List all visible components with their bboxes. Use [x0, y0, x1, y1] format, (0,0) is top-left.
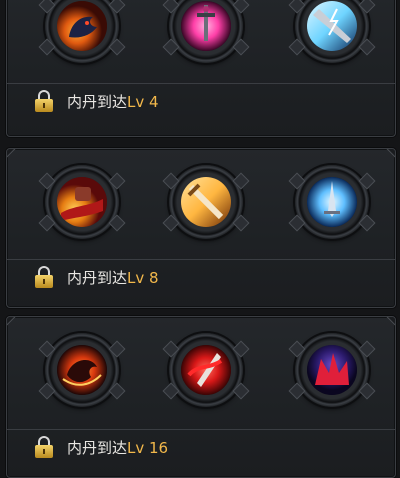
- requirement-prefix: 内丹到达: [67, 93, 128, 111]
- skill-row: [7, 165, 395, 243]
- skill-slot-fire-beast[interactable]: [38, 333, 126, 407]
- skill-slot-pink-sword[interactable]: [162, 0, 250, 63]
- unlock-requirement: 内丹到达Lv 4: [7, 83, 395, 120]
- lock-icon: [35, 436, 53, 458]
- requirement-prefix: 内丹到达: [67, 439, 128, 457]
- requirement-text: 内丹到达Lv 4: [67, 91, 159, 112]
- lock-icon: [35, 266, 53, 288]
- skill-slot-crimson-blade[interactable]: [162, 333, 250, 407]
- fire-beast-skill-icon: [57, 345, 107, 395]
- skill-slot-lightning-blade[interactable]: [288, 0, 376, 63]
- red-fist-slash-skill-icon: [57, 177, 107, 227]
- unlock-requirement: 内丹到达Lv 8: [7, 259, 395, 296]
- unlock-section-2: 内丹到达Lv 8: [6, 148, 396, 308]
- lock-icon: [35, 90, 53, 112]
- ice-sword-skill-icon: [307, 177, 357, 227]
- requirement-level: Lv 16: [127, 439, 169, 457]
- crimson-blade-skill-icon: [181, 345, 231, 395]
- dark-beast-flame-skill-icon: [57, 1, 107, 51]
- flaming-sword-skill-icon: [181, 177, 231, 227]
- unlock-requirement: 内丹到达Lv 16: [7, 429, 395, 466]
- requirement-prefix: 内丹到达: [67, 269, 128, 287]
- skill-slot-red-fist[interactable]: [38, 165, 126, 239]
- lightning-blade-skill-icon: [307, 1, 357, 51]
- skill-slot-flaming-sword[interactable]: [162, 165, 250, 239]
- skill-row: [7, 333, 395, 411]
- requirement-level: Lv 4: [127, 93, 159, 111]
- skill-slot-red-dragon-wing[interactable]: [288, 333, 376, 407]
- red-dragon-wing-skill-icon: [307, 345, 357, 395]
- unlock-section-3: 内丹到达Lv 16: [6, 316, 396, 478]
- skill-slot-ice-sword[interactable]: [288, 165, 376, 239]
- requirement-text: 内丹到达Lv 8: [67, 267, 159, 288]
- pink-sword-skill-icon: [181, 1, 231, 51]
- requirement-text: 内丹到达Lv 16: [67, 437, 168, 458]
- skill-slot-dark-beast[interactable]: [38, 0, 126, 63]
- unlock-section-1: 内丹到达Lv 4: [6, 0, 396, 137]
- skill-row: [7, 0, 395, 67]
- requirement-level: Lv 8: [127, 269, 159, 287]
